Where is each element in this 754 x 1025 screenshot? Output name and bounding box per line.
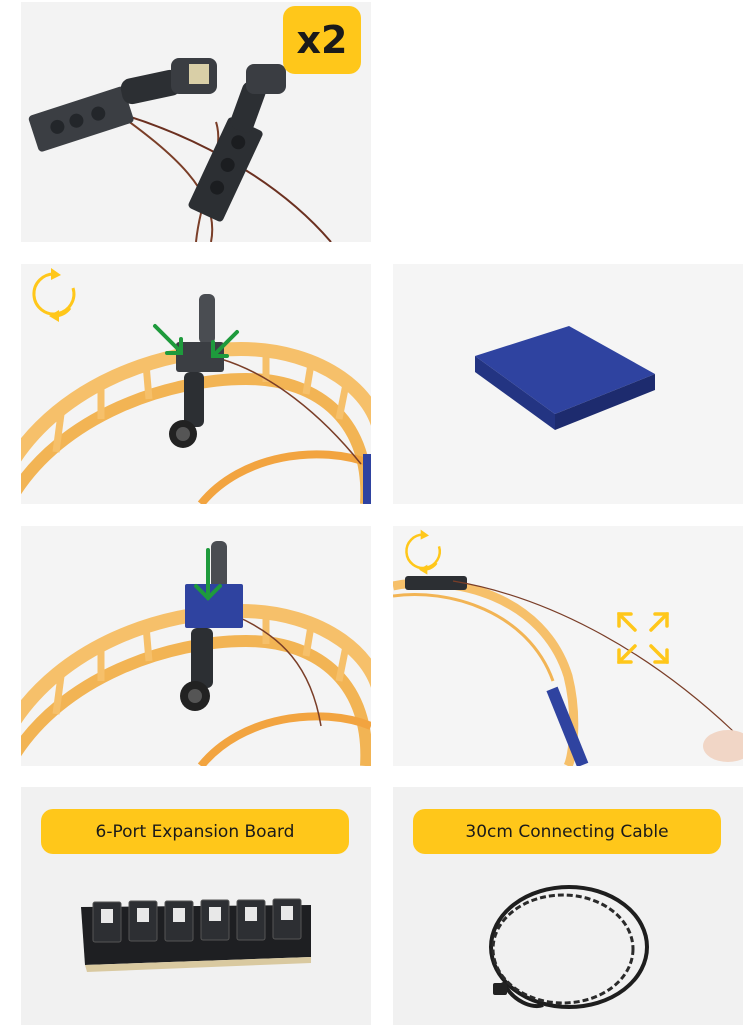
quantity-badge: x2: [283, 6, 361, 74]
part-panel-cable: 30cm Connecting Cable: [393, 787, 743, 1025]
blue-tile-photo: [393, 264, 743, 504]
step-panel-4: [21, 526, 371, 766]
step-panel-5: [393, 526, 743, 766]
step-panel-2: [21, 264, 371, 504]
insert-arrow-icon: [194, 548, 222, 601]
cable-photo: [489, 885, 649, 1009]
expansion-board-photo: [81, 898, 311, 972]
expand-arrows-icon: [617, 612, 669, 664]
rotate-icon: [405, 529, 441, 575]
rotate-icon: [32, 268, 76, 322]
step-panel-1: x2: [21, 2, 371, 242]
step-panel-3: [393, 264, 743, 504]
insert-arrow-icon: [153, 324, 239, 358]
part-panel-expansion-board: 6-Port Expansion Board: [21, 787, 371, 1025]
